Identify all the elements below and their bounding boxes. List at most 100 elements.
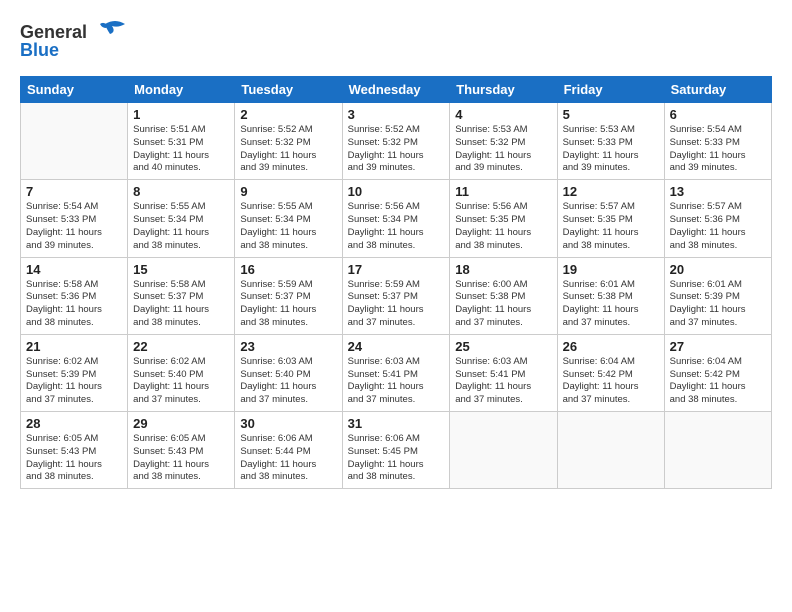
calendar-cell: 29 Sunrise: 6:05 AMSunset: 5:43 PMDayligh…: [128, 412, 235, 489]
calendar-cell: 10 Sunrise: 5:56 AMSunset: 5:34 PMDayligh…: [342, 180, 450, 257]
day-number: 7: [26, 184, 122, 199]
calendar-cell: 5 Sunrise: 5:53 AMSunset: 5:33 PMDaylight…: [557, 103, 664, 180]
svg-text:Blue: Blue: [20, 40, 59, 60]
day-number: 31: [348, 416, 445, 431]
day-number: 29: [133, 416, 229, 431]
calendar-cell: 27 Sunrise: 6:04 AMSunset: 5:42 PMDayligh…: [664, 334, 771, 411]
day-number: 1: [133, 107, 229, 122]
cell-info: Sunrise: 5:56 AMSunset: 5:35 PMDaylight:…: [455, 201, 551, 252]
calendar-cell: 22 Sunrise: 6:02 AMSunset: 5:40 PMDayligh…: [128, 334, 235, 411]
calendar-cell: 30 Sunrise: 6:06 AMSunset: 5:44 PMDayligh…: [235, 412, 342, 489]
day-number: 28: [26, 416, 122, 431]
calendar-week-3: 14 Sunrise: 5:58 AMSunset: 5:36 PMDayligh…: [21, 257, 772, 334]
calendar-cell: 25 Sunrise: 6:03 AMSunset: 5:41 PMDayligh…: [450, 334, 557, 411]
day-number: 14: [26, 262, 122, 277]
cell-info: Sunrise: 5:53 AMSunset: 5:33 PMDaylight:…: [563, 124, 659, 175]
calendar-cell: 4 Sunrise: 5:53 AMSunset: 5:32 PMDaylight…: [450, 103, 557, 180]
day-header-saturday: Saturday: [664, 77, 771, 103]
calendar-cell: 31 Sunrise: 6:06 AMSunset: 5:45 PMDayligh…: [342, 412, 450, 489]
calendar-cell: 18Sunrise: 6:00 AMSunset: 5:38 PMDayligh…: [450, 257, 557, 334]
calendar-cell: 11Sunrise: 5:56 AMSunset: 5:35 PMDayligh…: [450, 180, 557, 257]
calendar-cell: 19 Sunrise: 6:01 AMSunset: 5:38 PMDayligh…: [557, 257, 664, 334]
calendar-week-4: 21 Sunrise: 6:02 AMSunset: 5:39 PMDayligh…: [21, 334, 772, 411]
day-number: 24: [348, 339, 445, 354]
cell-info: Sunrise: 6:03 AMSunset: 5:40 PMDaylight:…: [240, 356, 336, 407]
cell-info: Sunrise: 5:58 AMSunset: 5:37 PMDaylight:…: [133, 279, 229, 330]
page-container: General Blue SundayMondayTuesdayWednesda…: [0, 0, 792, 612]
day-number: 26: [563, 339, 659, 354]
calendar-cell: 1Sunrise: 5:51 AMSunset: 5:31 PMDaylight…: [128, 103, 235, 180]
day-number: 21: [26, 339, 122, 354]
svg-text:General: General: [20, 22, 87, 42]
cell-info: Sunrise: 5:57 AMSunset: 5:35 PMDaylight:…: [563, 201, 659, 252]
calendar-cell: [450, 412, 557, 489]
calendar-cell: 6Sunrise: 5:54 AMSunset: 5:33 PMDaylight…: [664, 103, 771, 180]
calendar-cell: 17 Sunrise: 5:59 AMSunset: 5:37 PMDayligh…: [342, 257, 450, 334]
calendar-cell: [21, 103, 128, 180]
cell-info: Sunrise: 5:59 AMSunset: 5:37 PMDaylight:…: [240, 279, 336, 330]
calendar-header-row: SundayMondayTuesdayWednesdayThursdayFrid…: [21, 77, 772, 103]
cell-info: Sunrise: 6:01 AMSunset: 5:39 PMDaylight:…: [670, 279, 766, 330]
calendar-cell: 9Sunrise: 5:55 AMSunset: 5:34 PMDaylight…: [235, 180, 342, 257]
cell-info: Sunrise: 5:57 AMSunset: 5:36 PMDaylight:…: [670, 201, 766, 252]
day-number: 15: [133, 262, 229, 277]
calendar-cell: [557, 412, 664, 489]
cell-info: Sunrise: 5:58 AMSunset: 5:36 PMDaylight:…: [26, 279, 122, 330]
day-number: 9: [240, 184, 336, 199]
day-number: 23: [240, 339, 336, 354]
cell-info: Sunrise: 5:52 AMSunset: 5:32 PMDaylight:…: [348, 124, 445, 175]
day-number: 30: [240, 416, 336, 431]
cell-info: Sunrise: 5:56 AMSunset: 5:34 PMDaylight:…: [348, 201, 445, 252]
cell-info: Sunrise: 6:04 AMSunset: 5:42 PMDaylight:…: [670, 356, 766, 407]
calendar-cell: 24Sunrise: 6:03 AMSunset: 5:41 PMDayligh…: [342, 334, 450, 411]
day-number: 8: [133, 184, 229, 199]
day-number: 5: [563, 107, 659, 122]
day-header-sunday: Sunday: [21, 77, 128, 103]
calendar-cell: [664, 412, 771, 489]
day-number: 17: [348, 262, 445, 277]
day-number: 22: [133, 339, 229, 354]
calendar-week-2: 7 Sunrise: 5:54 AMSunset: 5:33 PMDaylight…: [21, 180, 772, 257]
day-number: 19: [563, 262, 659, 277]
cell-info: Sunrise: 6:03 AMSunset: 5:41 PMDaylight:…: [455, 356, 551, 407]
calendar-cell: 23 Sunrise: 6:03 AMSunset: 5:40 PMDayligh…: [235, 334, 342, 411]
cell-info: Sunrise: 6:06 AMSunset: 5:45 PMDaylight:…: [348, 433, 445, 484]
day-header-wednesday: Wednesday: [342, 77, 450, 103]
calendar-cell: 21 Sunrise: 6:02 AMSunset: 5:39 PMDayligh…: [21, 334, 128, 411]
day-header-thursday: Thursday: [450, 77, 557, 103]
day-number: 2: [240, 107, 336, 122]
cell-info: Sunrise: 5:52 AMSunset: 5:32 PMDaylight:…: [240, 124, 336, 175]
cell-info: Sunrise: 5:54 AMSunset: 5:33 PMDaylight:…: [670, 124, 766, 175]
day-number: 10: [348, 184, 445, 199]
calendar-cell: 12 Sunrise: 5:57 AMSunset: 5:35 PMDayligh…: [557, 180, 664, 257]
cell-info: Sunrise: 6:05 AMSunset: 5:43 PMDaylight:…: [133, 433, 229, 484]
calendar-cell: 7 Sunrise: 5:54 AMSunset: 5:33 PMDaylight…: [21, 180, 128, 257]
day-number: 13: [670, 184, 766, 199]
cell-info: Sunrise: 6:04 AMSunset: 5:42 PMDaylight:…: [563, 356, 659, 407]
day-number: 20: [670, 262, 766, 277]
cell-info: Sunrise: 6:01 AMSunset: 5:38 PMDaylight:…: [563, 279, 659, 330]
calendar-cell: 20 Sunrise: 6:01 AMSunset: 5:39 PMDayligh…: [664, 257, 771, 334]
day-number: 4: [455, 107, 551, 122]
day-header-tuesday: Tuesday: [235, 77, 342, 103]
calendar-week-5: 28 Sunrise: 6:05 AMSunset: 5:43 PMDayligh…: [21, 412, 772, 489]
cell-info: Sunrise: 5:59 AMSunset: 5:37 PMDaylight:…: [348, 279, 445, 330]
calendar-cell: 2 Sunrise: 5:52 AMSunset: 5:32 PMDaylight…: [235, 103, 342, 180]
cell-info: Sunrise: 6:02 AMSunset: 5:40 PMDaylight:…: [133, 356, 229, 407]
day-number: 25: [455, 339, 551, 354]
calendar-cell: 14 Sunrise: 5:58 AMSunset: 5:36 PMDayligh…: [21, 257, 128, 334]
calendar-cell: 3Sunrise: 5:52 AMSunset: 5:32 PMDaylight…: [342, 103, 450, 180]
logo: General Blue: [20, 16, 130, 66]
cell-info: Sunrise: 5:53 AMSunset: 5:32 PMDaylight:…: [455, 124, 551, 175]
cell-info: Sunrise: 6:06 AMSunset: 5:44 PMDaylight:…: [240, 433, 336, 484]
day-number: 27: [670, 339, 766, 354]
calendar-cell: 26 Sunrise: 6:04 AMSunset: 5:42 PMDayligh…: [557, 334, 664, 411]
logo-text: General Blue: [20, 16, 130, 66]
day-number: 16: [240, 262, 336, 277]
cell-info: Sunrise: 6:02 AMSunset: 5:39 PMDaylight:…: [26, 356, 122, 407]
cell-info: Sunrise: 5:54 AMSunset: 5:33 PMDaylight:…: [26, 201, 122, 252]
cell-info: Sunrise: 6:05 AMSunset: 5:43 PMDaylight:…: [26, 433, 122, 484]
cell-info: Sunrise: 5:55 AMSunset: 5:34 PMDaylight:…: [133, 201, 229, 252]
calendar-cell: 28 Sunrise: 6:05 AMSunset: 5:43 PMDayligh…: [21, 412, 128, 489]
day-number: 12: [563, 184, 659, 199]
